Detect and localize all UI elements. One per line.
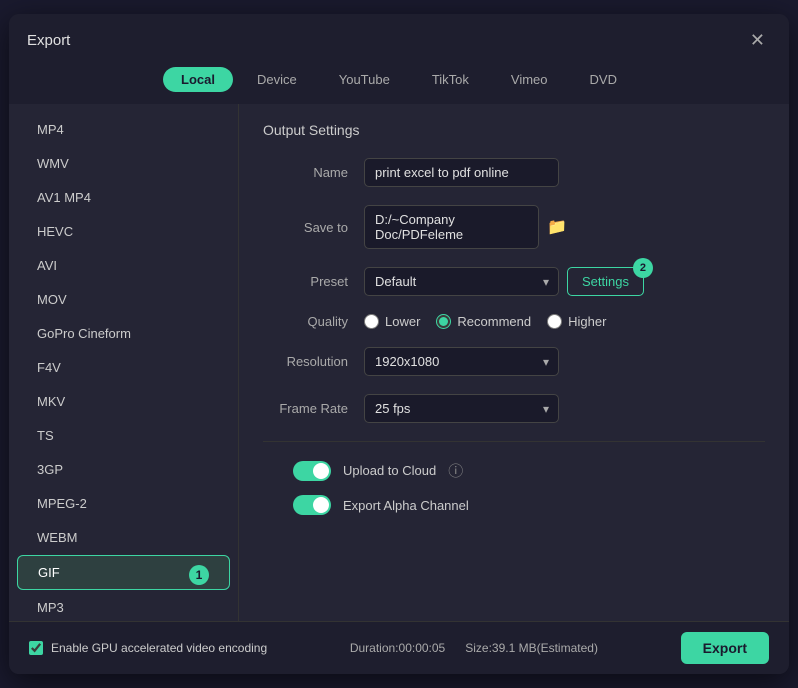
title-bar: Export ✕ (9, 14, 789, 63)
footer-info: Duration:00:00:05 Size:39.1 MB(Estimated… (350, 641, 598, 655)
upload-cloud-info-icon[interactable]: ⓘ (448, 460, 463, 481)
name-label: Name (263, 165, 348, 180)
upload-cloud-label: Upload to Cloud (343, 463, 436, 478)
quality-higher-radio[interactable] (547, 314, 562, 329)
duration-info: Duration:00:00:05 (350, 641, 445, 655)
name-row: Name (263, 158, 765, 187)
export-alpha-toggle[interactable] (293, 495, 331, 515)
format-sidebar: MP4 WMV AV1 MP4 HEVC AVI MOV GoPro Cinef… (9, 104, 239, 621)
export-button[interactable]: Export (681, 632, 769, 664)
gpu-check: Enable GPU accelerated video encoding (29, 641, 267, 655)
resolution-select[interactable]: 1920x1080 (364, 347, 559, 376)
sidebar-item-hevc[interactable]: HEVC (17, 215, 230, 248)
quality-lower[interactable]: Lower (364, 314, 420, 329)
save-path-display: D:/~Company Doc/PDFeleme (364, 205, 539, 249)
content-area: MP4 WMV AV1 MP4 HEVC AVI MOV GoPro Cinef… (9, 104, 789, 621)
sidebar-item-av1mp4[interactable]: AV1 MP4 (17, 181, 230, 214)
tab-local[interactable]: Local (163, 67, 233, 92)
preset-select[interactable]: Default (364, 267, 559, 296)
sidebar-item-wmv[interactable]: WMV (17, 147, 230, 180)
settings-badge: 2 (633, 258, 653, 278)
frame-rate-row: Frame Rate 25 fps (263, 394, 765, 423)
tab-dvd[interactable]: DVD (572, 67, 635, 92)
save-to-row: Save to D:/~Company Doc/PDFeleme 📁 (263, 205, 765, 249)
upload-cloud-toggle[interactable] (293, 461, 331, 481)
close-button[interactable]: ✕ (744, 28, 771, 53)
quality-label: Quality (263, 314, 348, 329)
folder-icon[interactable]: 📁 (547, 217, 567, 237)
frame-rate-select[interactable]: 25 fps (364, 394, 559, 423)
output-panel: Output Settings Name Save to D:/~Company… (239, 104, 789, 621)
upload-cloud-row: Upload to Cloud ⓘ (263, 460, 765, 481)
sidebar-item-mkv[interactable]: MKV (17, 385, 230, 418)
divider (263, 441, 765, 442)
sidebar-item-mov[interactable]: MOV (17, 283, 230, 316)
sidebar-item-f4v[interactable]: F4V (17, 351, 230, 384)
output-section-title: Output Settings (263, 122, 765, 138)
sidebar-item-mp3[interactable]: MP3 (17, 591, 230, 621)
sidebar-item-webm[interactable]: WEBM (17, 521, 230, 554)
quality-recommend-radio[interactable] (436, 314, 451, 329)
tab-device[interactable]: Device (239, 67, 315, 92)
size-info: Size:39.1 MB(Estimated) (465, 641, 598, 655)
sidebar-item-gif[interactable]: GIF 1 (17, 555, 230, 590)
resolution-row: Resolution 1920x1080 (263, 347, 765, 376)
preset-label: Preset (263, 274, 348, 289)
tabs-bar: Local Device YouTube TikTok Vimeo DVD (9, 63, 789, 104)
sidebar-item-3gp[interactable]: 3GP (17, 453, 230, 486)
sidebar-item-mp4[interactable]: MP4 (17, 113, 230, 146)
sidebar-item-avi[interactable]: AVI (17, 249, 230, 282)
tab-youtube[interactable]: YouTube (321, 67, 408, 92)
export-alpha-label: Export Alpha Channel (343, 498, 469, 513)
preset-row: Preset Default Settings 2 (263, 267, 765, 296)
name-input[interactable] (364, 158, 559, 187)
quality-lower-radio[interactable] (364, 314, 379, 329)
quality-higher[interactable]: Higher (547, 314, 606, 329)
footer: Enable GPU accelerated video encoding Du… (9, 621, 789, 674)
quality-row: Quality Lower Recommend Higher (263, 314, 765, 329)
sidebar-item-gopro[interactable]: GoPro Cineform (17, 317, 230, 350)
dialog-title: Export (27, 32, 70, 49)
frame-rate-label: Frame Rate (263, 401, 348, 416)
quality-recommend[interactable]: Recommend (436, 314, 531, 329)
gpu-label: Enable GPU accelerated video encoding (51, 641, 267, 655)
export-alpha-row: Export Alpha Channel (263, 495, 765, 515)
resolution-label: Resolution (263, 354, 348, 369)
save-to-label: Save to (263, 220, 348, 235)
sidebar-item-ts[interactable]: TS (17, 419, 230, 452)
export-dialog: Export ✕ Local Device YouTube TikTok Vim… (9, 14, 789, 674)
gpu-checkbox[interactable] (29, 641, 43, 655)
gif-badge: 1 (189, 565, 209, 585)
sidebar-item-mpeg2[interactable]: MPEG-2 (17, 487, 230, 520)
tab-tiktok[interactable]: TikTok (414, 67, 487, 92)
tab-vimeo[interactable]: Vimeo (493, 67, 566, 92)
settings-button[interactable]: Settings 2 (567, 267, 644, 296)
